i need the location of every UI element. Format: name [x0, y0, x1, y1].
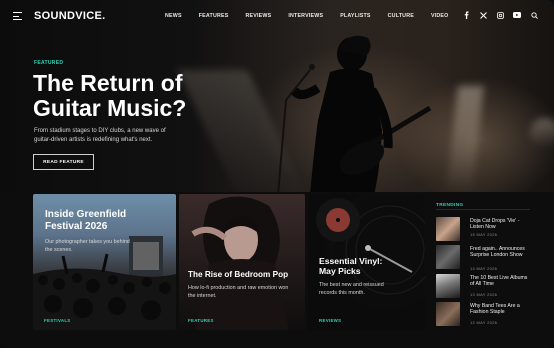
hero-kicker: FEATURED — [34, 60, 64, 66]
page: FEATURED The Return of Guitar Music? Fro… — [0, 0, 554, 348]
trending-date: 12 MAY 2026 — [470, 320, 498, 325]
search-icon[interactable] — [530, 11, 538, 19]
card-description: Our photographer takes you behind the sc… — [45, 239, 130, 253]
stage-light-beam — [446, 86, 484, 192]
trending-thumbnail — [436, 217, 460, 241]
menu-icon[interactable] — [13, 12, 22, 20]
trending-item[interactable]: Fred again.. Announces Surprise London S… — [436, 245, 530, 271]
card-description: The best new and reissued records this m… — [319, 282, 384, 296]
card-title[interactable]: The Rise of Bedroom Pop — [188, 270, 303, 279]
trending-divider — [436, 209, 530, 210]
trending-item[interactable]: Why Band Tees Are a Fashion Staple 12 MA… — [436, 302, 530, 328]
nav-features[interactable]: FEATURES — [199, 13, 229, 19]
trending-thumbnail — [436, 245, 460, 269]
main-nav: NEWS FEATURES REVIEWS INTERVIEWS PLAYLIS… — [165, 13, 465, 19]
nav-culture[interactable]: CULTURE — [388, 13, 414, 19]
read-feature-button[interactable]: READ FEATURE — [33, 154, 94, 170]
site-logo[interactable]: SOUNDVICE. — [34, 10, 105, 22]
nav-playlists[interactable]: PLAYLISTS — [340, 13, 370, 19]
hero-description: From stadium stages to DIY clubs, a new … — [34, 128, 166, 143]
trending-date: 13 MAY 2026 — [470, 292, 498, 297]
card-title[interactable]: Inside Greenfield Festival 2026 — [45, 209, 155, 232]
nav-video[interactable]: VIDEO — [431, 13, 448, 19]
article-card-festival[interactable]: Inside Greenfield Festival 2026 Our phot… — [33, 194, 176, 330]
nav-reviews[interactable]: REVIEWS — [245, 13, 271, 19]
site-header: SOUNDVICE. NEWS FEATURES REVIEWS INTERVI… — [0, 0, 554, 34]
trending-sidebar: TRENDING Doja Cat Drops 'Vie' - Listen N… — [432, 194, 532, 330]
facebook-icon[interactable] — [462, 11, 470, 19]
social-links — [462, 11, 538, 19]
instagram-icon[interactable] — [496, 11, 504, 19]
article-card-bedroom-pop[interactable]: The Rise of Bedroom Pop How lo-fi produc… — [179, 194, 305, 330]
trending-date: 15 MAY 2026 — [470, 232, 498, 237]
trending-title[interactable]: Doja Cat Drops 'Vie' - Listen Now — [470, 218, 532, 231]
trending-item[interactable]: The 10 Best Live Albums of All Time 13 M… — [436, 274, 530, 300]
trending-label: TRENDING — [436, 203, 464, 208]
card-tag[interactable]: FESTIVALS — [44, 318, 71, 323]
article-card-vinyl[interactable]: Essential Vinyl: May Picks The best new … — [308, 194, 425, 330]
hero-title[interactable]: The Return of Guitar Music? — [33, 71, 223, 121]
trending-title[interactable]: Fred again.. Announces Surprise London S… — [470, 246, 532, 259]
singer-portrait-image — [191, 196, 289, 330]
trending-date: 14 MAY 2026 — [470, 266, 498, 271]
guitarist-silhouette — [277, 35, 432, 192]
card-title[interactable]: Essential Vinyl: May Picks — [319, 256, 399, 276]
trending-thumbnail — [436, 274, 460, 298]
trending-item[interactable]: Doja Cat Drops 'Vie' - Listen Now 15 MAY… — [436, 217, 530, 243]
card-tag[interactable]: FEATURES — [188, 318, 214, 323]
card-description: How lo-fi production and raw emotion won… — [188, 285, 289, 299]
trending-title[interactable]: The 10 Best Live Albums of All Time — [470, 275, 532, 288]
trending-title[interactable]: Why Band Tees Are a Fashion Staple — [470, 303, 532, 316]
x-icon[interactable] — [479, 11, 487, 19]
nav-news[interactable]: NEWS — [165, 13, 182, 19]
youtube-icon[interactable] — [513, 11, 521, 19]
trending-thumbnail — [436, 302, 460, 326]
card-tag[interactable]: REVIEWS — [319, 318, 341, 323]
nav-interviews[interactable]: INTERVIEWS — [288, 13, 323, 19]
stage-light-glow — [530, 118, 554, 148]
